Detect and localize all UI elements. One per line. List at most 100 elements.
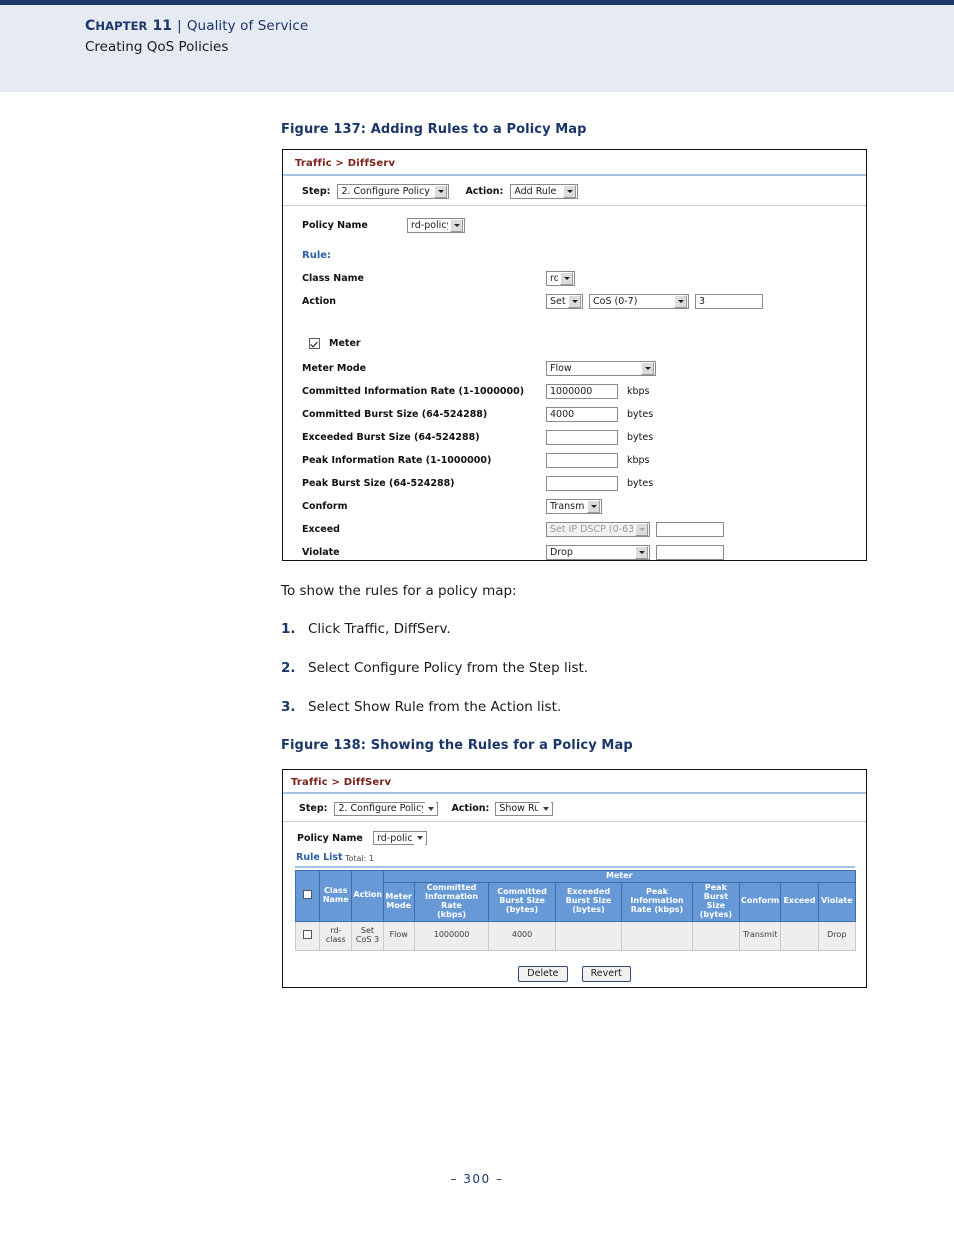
fig137-action-value: Add Rule (514, 186, 557, 197)
chevron-down-icon (674, 295, 687, 308)
fig137-action-set-dropdown[interactable]: Set (546, 294, 583, 309)
fig138-table-group-header-row: Class Name Action Meter (294, 870, 857, 922)
fig137-step-action-row: Step: 2. Configure Policy Action: Add Ru… (283, 178, 866, 206)
fig137-pbs-label: Peak Burst Size (64-524288) (302, 478, 455, 489)
fig138-rule-list-title: Rule List (296, 852, 343, 863)
fig138-action-label: Action: (451, 803, 490, 814)
chevron-down-icon (563, 185, 577, 198)
fig138-breadcrumb: Traffic > DiffServ (291, 777, 392, 788)
fig137-meter-mode-dropdown[interactable]: Flow (546, 361, 656, 376)
fig137-step-value: 2. Configure Policy (341, 186, 430, 197)
fig137-policy-name-dropdown[interactable]: rd-policy (407, 218, 465, 233)
fig137-action-dropdown[interactable]: Add Rule (510, 184, 579, 199)
fig137-meter-mode-row: Meter Mode Flow (302, 361, 656, 376)
fig137-ebs-row: Exceeded Burst Size (64-524288) bytes (302, 430, 653, 445)
figure-137-screenshot: Traffic > DiffServ Step: 2. Configure Po… (282, 149, 867, 561)
fig138-step-action-row: Step: 2. Configure Policy Action: Show R… (283, 796, 866, 822)
fig138-policy-name-value: rd-policy (377, 832, 412, 844)
fig138-col-violate: Violate (817, 881, 857, 922)
fig137-cir-unit: kbps (627, 386, 650, 397)
fig137-action-number-input[interactable]: 3 (695, 294, 763, 309)
fig138-col-cbs: Committed Burst Size (bytes) (488, 881, 556, 922)
fig138-policy-name-row: Policy Name rd-policy (297, 831, 427, 845)
fig137-action-row: Action Set CoS (0-7) 3 (302, 294, 850, 309)
fig138-row-select-cell[interactable] (294, 920, 321, 951)
fig137-conform-row: Conform Transmit (302, 499, 602, 514)
fig137-conform-dropdown[interactable]: Transmit (546, 499, 602, 514)
fig137-action-type-dropdown[interactable]: CoS (0-7) (589, 294, 689, 309)
step-1-number: 1. (281, 621, 296, 637)
fig137-violate-dropdown[interactable]: Drop (546, 545, 650, 560)
fig138-col-ebs: Exceeded Burst Size (bytes) (554, 881, 623, 922)
fig138-col-cir: Committed Information Rate (kbps) (413, 881, 490, 922)
fig137-exceed-input[interactable] (656, 522, 724, 537)
fig138-cell-ebs (554, 920, 623, 951)
fig138-cell-pbs (691, 920, 741, 951)
fig137-ebs-input[interactable] (546, 430, 618, 445)
fig138-step-dropdown[interactable]: 2. Configure Policy (334, 801, 439, 816)
prose-intro: To show the rules for a policy map: (281, 583, 517, 599)
figure-138-caption: Figure 138: Showing the Rules for a Poli… (281, 738, 633, 753)
fig137-action-type-value: CoS (0-7) (593, 296, 638, 307)
revert-button[interactable]: Revert (581, 965, 631, 982)
fig137-pir-input[interactable] (546, 453, 618, 468)
chapter-breadcrumb: CHAPTER 11 | Quality of Service (85, 18, 954, 34)
fig137-ebs-label: Exceeded Burst Size (64-524288) (302, 432, 480, 443)
fig138-row-checkbox[interactable] (303, 929, 313, 939)
fig138-action-value: Show Rule (499, 803, 539, 814)
delete-button[interactable]: Delete (518, 965, 568, 982)
fig137-violate-row: Violate Drop (302, 545, 724, 560)
fig137-rule-heading: Rule: (302, 250, 332, 261)
fig138-col-pir: Peak Information Rate (kbps) (621, 881, 693, 922)
fig138-rule-table: Class Name Action Meter Meter Mode Commi… (294, 870, 857, 951)
fig137-class-name-dropdown[interactable]: rd (546, 271, 575, 286)
fig138-cell-exceed (780, 920, 819, 951)
fig137-cir-row: Committed Information Rate (1-1000000) 1… (302, 384, 650, 399)
fig137-class-name-label: Class Name (302, 273, 364, 284)
fig138-cell-conform: Transmit (739, 920, 782, 951)
chevron-down-icon (414, 831, 425, 845)
fig137-action-row-label: Action (302, 296, 337, 307)
fig137-pbs-input[interactable] (546, 476, 618, 491)
fig138-policy-name-label: Policy Name (297, 832, 363, 844)
step-1-text: Click Traffic, DiffServ. (308, 621, 451, 637)
fig138-action-dropdown[interactable]: Show Rule (495, 801, 554, 816)
fig138-col-class-name: Class Name (319, 870, 353, 922)
fig138-cell-pir (621, 920, 693, 951)
fig138-breadcrumb-bar: Traffic > DiffServ (283, 770, 866, 794)
fig137-pbs-unit: bytes (627, 478, 654, 489)
fig137-cir-label: Committed Information Rate (1-1000000) (302, 386, 525, 397)
chevron-down-icon (450, 219, 463, 232)
chevron-down-icon (540, 802, 552, 815)
fig138-cell-class-name: rd-class (319, 920, 353, 951)
section-subtitle: Creating QoS Policies (85, 39, 229, 55)
step-3-text: Select Show Rule from the Action list. (308, 699, 562, 715)
fig137-violate-input[interactable] (656, 545, 724, 560)
fig138-select-all-header[interactable] (294, 870, 321, 922)
fig137-cbs-row: Committed Burst Size (64-524288) 4000 by… (302, 407, 653, 422)
fig138-rule-list-divider (295, 866, 855, 868)
fig137-exceed-dropdown[interactable]: Set IP DSCP (0-63) (546, 522, 650, 537)
fig137-step-dropdown[interactable]: 2. Configure Policy (337, 184, 450, 199)
fig137-action-label: Action: (465, 186, 504, 197)
fig138-select-all-checkbox[interactable] (303, 889, 313, 899)
fig137-breadcrumb: Traffic > DiffServ (295, 158, 396, 169)
fig137-cir-input[interactable]: 1000000 (546, 384, 618, 399)
fig138-policy-name-dropdown[interactable]: rd-policy (373, 831, 427, 845)
fig137-meter-checkbox-row[interactable]: Meter (309, 338, 361, 349)
fig137-class-name-value: rd (550, 273, 558, 284)
fig137-policy-name-value: rd-policy (411, 220, 448, 231)
fig137-cbs-input[interactable]: 4000 (546, 407, 618, 422)
fig138-button-bar: Delete Revert (283, 961, 866, 982)
table-row: rd-class Set CoS 3 Flow 1000000 4000 Tra… (294, 920, 857, 951)
fig137-violate-value: Drop (550, 547, 573, 558)
fig137-meter-checkbox[interactable] (309, 338, 320, 349)
figure-137-caption: Figure 137: Adding Rules to a Policy Map (281, 122, 587, 137)
chevron-down-icon (587, 500, 600, 513)
fig138-col-meter-mode: Meter Mode (382, 881, 415, 922)
fig138-col-conform: Conform (739, 881, 782, 922)
fig137-class-name-row: Class Name rd (302, 271, 850, 286)
fig137-action-set-value: Set (550, 296, 566, 307)
chevron-down-icon (425, 802, 437, 815)
fig137-cbs-unit: bytes (627, 409, 654, 420)
